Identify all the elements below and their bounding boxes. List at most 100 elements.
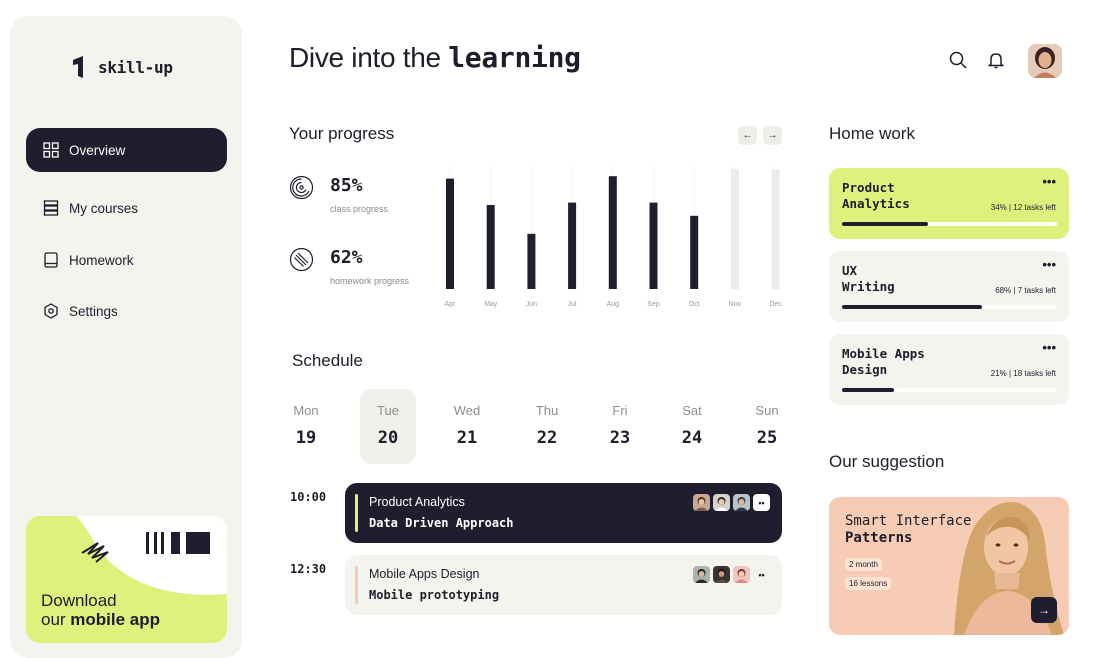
- event-accent-bar: [355, 566, 358, 604]
- chart-bar-sep[interactable]: [649, 202, 658, 289]
- attendee-avatar: [713, 494, 730, 511]
- chart-bar-nov[interactable]: [730, 169, 739, 289]
- open-course-button[interactable]: →: [1031, 597, 1057, 623]
- chart-bar-jun[interactable]: [527, 233, 536, 289]
- homework-card-title-line2: Writing: [842, 279, 895, 294]
- homework-progress-label: homework progress: [330, 276, 410, 286]
- spiral-icon: [289, 175, 314, 200]
- event-time: 10:00: [290, 490, 327, 504]
- suggestion-line2: Patterns: [845, 530, 913, 546]
- chart-bar-aug[interactable]: [608, 176, 617, 289]
- day-name: Sun: [755, 403, 779, 418]
- day-name: Tue: [377, 403, 399, 418]
- more-attendees-button[interactable]: ••: [753, 494, 770, 511]
- event-subtitle: Mobile prototyping: [369, 588, 500, 602]
- class-progress-label: class progress: [330, 204, 389, 214]
- day-number: 24: [681, 428, 703, 448]
- duration-badge: 2 month: [845, 558, 882, 571]
- sidebar-item-settings[interactable]: Settings: [26, 289, 227, 333]
- chart-bar-jul[interactable]: [568, 202, 577, 289]
- chart-bar-dec[interactable]: [771, 169, 780, 289]
- homework-progress-track: [842, 305, 1057, 309]
- chart-tick-label: Nov: [729, 301, 742, 308]
- day-name: Thu: [535, 403, 559, 418]
- progress-next-button[interactable]: →: [763, 126, 782, 145]
- download-app-card[interactable]: Download our mobile app: [26, 516, 227, 643]
- homework-progress-fill: [842, 388, 894, 392]
- homework-card-meta: 68% | 7 tasks left: [995, 286, 1056, 295]
- homework-title: Home work: [829, 124, 915, 143]
- homework-card-title: UX Writing: [842, 263, 895, 295]
- day-mon[interactable]: Mon 19: [278, 389, 334, 464]
- chart-tick-label: Aug: [607, 301, 620, 308]
- lessons-badge: 16 lessons: [845, 577, 892, 590]
- chart-tick-label: Dec: [769, 301, 782, 308]
- suggestion-card[interactable]: Smart Interface Patterns 2 month 16 less…: [829, 497, 1069, 635]
- day-number: 23: [609, 428, 631, 448]
- schedule-event[interactable]: Product Analytics Data Driven Approach •…: [345, 483, 782, 543]
- more-options-icon[interactable]: •••: [1042, 257, 1056, 272]
- homework-card-title: Mobile Apps Design: [842, 346, 925, 378]
- logo-text: skill-up: [98, 57, 173, 77]
- chart-bar-may[interactable]: [486, 205, 495, 289]
- more-options-icon[interactable]: •••: [1042, 174, 1056, 189]
- suggestion-course-title: Smart Interface Patterns: [845, 513, 971, 547]
- day-thu[interactable]: Thu 22: [519, 389, 575, 464]
- homework-progress-fill: [842, 222, 928, 226]
- day-number: 21: [456, 428, 478, 448]
- event-title: Product Analytics: [369, 495, 465, 509]
- promo-line1: Download: [41, 591, 117, 610]
- attendee-avatar: [733, 494, 750, 511]
- homework-progress-value: 62%: [330, 247, 363, 268]
- search-icon[interactable]: [948, 50, 968, 70]
- more-options-icon[interactable]: •••: [1042, 340, 1056, 355]
- day-name: Mon: [293, 403, 319, 418]
- attendee-avatars: ••: [693, 566, 770, 583]
- stack-icon: [43, 200, 59, 216]
- homework-card[interactable]: Mobile Apps Design ••• 21% | 18 tasks le…: [829, 334, 1069, 405]
- day-wed[interactable]: Wed 21: [439, 389, 495, 464]
- promo-text: Download our mobile app: [41, 591, 160, 629]
- chart-bar-oct[interactable]: [690, 215, 699, 289]
- homework-progress-track: [842, 388, 1057, 392]
- gear-icon: [44, 303, 58, 319]
- sidebar-item-my-courses[interactable]: My courses: [26, 186, 227, 230]
- book-icon: [44, 252, 58, 268]
- attendee-avatars: ••: [693, 494, 770, 511]
- day-number: 25: [756, 428, 778, 448]
- day-sat[interactable]: Sat 24: [664, 389, 720, 464]
- bell-icon[interactable]: [986, 50, 1006, 70]
- day-sun[interactable]: Sun 25: [739, 389, 795, 464]
- homework-card[interactable]: UX Writing ••• 68% | 7 tasks left: [829, 251, 1069, 322]
- logo[interactable]: skill-up: [72, 55, 173, 79]
- homework-card-title-line2: Analytics: [842, 196, 910, 211]
- chart-tick-label: Jun: [526, 301, 537, 308]
- day-fri[interactable]: Fri 23: [592, 389, 648, 464]
- progress-prev-button[interactable]: ←: [738, 126, 757, 145]
- more-attendees-button[interactable]: ••: [753, 570, 770, 580]
- homework-card-title: Product Analytics: [842, 180, 910, 212]
- schedule-event[interactable]: Mobile Apps Design Mobile prototyping ••: [345, 555, 782, 615]
- homework-card-title-line1: Product: [842, 180, 895, 195]
- striped-circle-icon: [289, 247, 314, 272]
- progress-chart: Apr May Jun Jul Aug Sep Oct Nov Dec: [445, 167, 782, 308]
- chart-tick-label: Jul: [568, 301, 577, 308]
- attendee-avatar: [693, 566, 710, 583]
- day-number: 19: [295, 428, 317, 448]
- homework-card[interactable]: Product Analytics ••• 34% | 12 tasks lef…: [829, 168, 1069, 239]
- sidebar-item-homework[interactable]: Homework: [26, 238, 227, 282]
- day-number: 20: [377, 428, 399, 448]
- avatar-image: [1028, 44, 1062, 78]
- day-tue-selected[interactable]: Tue 20: [360, 389, 416, 464]
- day-name: Wed: [453, 403, 481, 418]
- sidebar-item-overview[interactable]: Overview: [26, 128, 227, 172]
- avatar[interactable]: [1028, 44, 1062, 78]
- chart-bar-apr[interactable]: [446, 178, 454, 289]
- homework-card-title-line2: Design: [842, 362, 888, 377]
- homework-card-title-line1: UX: [842, 263, 858, 278]
- sidebar-item-label: Homework: [69, 252, 134, 268]
- homework-card-title-line1: Mobile Apps: [842, 346, 925, 361]
- class-progress-stat: 85% class progress: [289, 175, 429, 215]
- day-number: 22: [536, 428, 558, 448]
- attendee-avatar: [713, 566, 730, 583]
